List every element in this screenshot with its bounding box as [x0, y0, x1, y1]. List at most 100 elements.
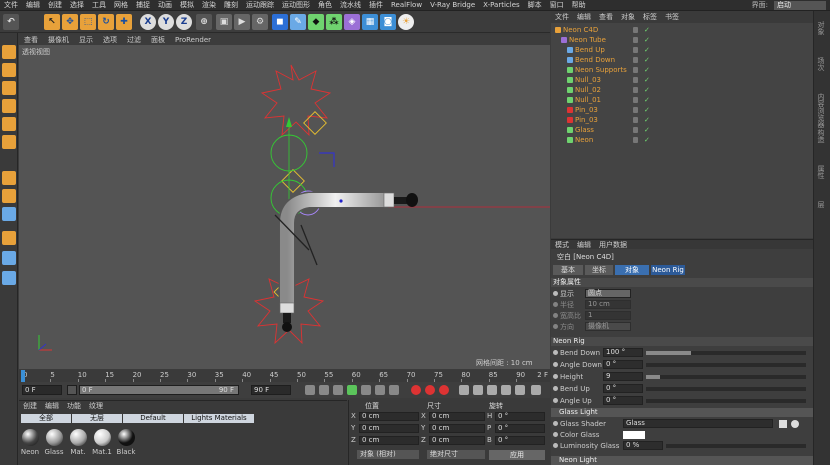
object-menu-item[interactable]: 书签: [661, 12, 683, 22]
material-ball[interactable]: [22, 429, 39, 446]
enabled-check-icon[interactable]: ✓: [644, 135, 650, 145]
material-menu-item[interactable]: 编辑: [41, 401, 63, 411]
display-radio[interactable]: [553, 291, 558, 296]
rotate-icon[interactable]: ↻: [98, 14, 114, 30]
radius-radio[interactable]: [553, 302, 558, 307]
material-menu-item[interactable]: 纹理: [85, 401, 107, 411]
viewport-menu-item[interactable]: 显示: [74, 35, 98, 45]
menu-item[interactable]: V-Ray Bridge: [426, 1, 479, 9]
object-menu-item[interactable]: 对象: [617, 12, 639, 22]
visibility-render-dot[interactable]: [633, 40, 638, 43]
enabled-check-icon[interactable]: ✓: [644, 85, 650, 95]
neon-light-section[interactable]: Neon Light: [551, 456, 813, 465]
menu-item[interactable]: 模拟: [176, 0, 198, 10]
frame-range-slider[interactable]: 0 F 90 F: [79, 385, 239, 395]
material-tab[interactable]: Lights Materials: [184, 414, 254, 423]
luminosity-slider[interactable]: [666, 444, 806, 448]
axis-mode-icon[interactable]: [2, 171, 16, 185]
object-menu-item[interactable]: 查看: [595, 12, 617, 22]
color-glass-radio[interactable]: [553, 432, 558, 437]
top-star-spline[interactable]: [260, 64, 332, 137]
attribute-tab[interactable]: 基本: [553, 265, 583, 275]
transform-icon[interactable]: ✚: [116, 14, 132, 30]
menu-item[interactable]: RealFlow: [387, 1, 426, 9]
layer-icon[interactable]: [2, 251, 16, 265]
next-frame-icon[interactable]: [361, 385, 371, 395]
visibility-render-dot[interactable]: [633, 140, 638, 143]
start-frame-arrow[interactable]: [67, 385, 77, 395]
enabled-check-icon[interactable]: ✓: [644, 115, 650, 125]
coordinate-icon[interactable]: ⊕: [196, 14, 212, 30]
enabled-check-icon[interactable]: ✓: [644, 75, 650, 85]
right-strip-tab[interactable]: 内容浏览器: [816, 93, 826, 128]
size-field[interactable]: 0 cm: [429, 424, 485, 433]
go-start-icon[interactable]: [305, 385, 315, 395]
apply-button[interactable]: 应用: [489, 450, 545, 460]
rotation-key-icon[interactable]: [473, 385, 483, 395]
neon-tube[interactable]: [280, 193, 391, 310]
viewport[interactable]: [19, 45, 550, 369]
parameter-radio[interactable]: [553, 374, 558, 379]
attribute-menu-item[interactable]: 编辑: [573, 240, 595, 250]
parameter-field[interactable]: 0 °: [603, 384, 643, 393]
cube-icon[interactable]: ◼: [272, 14, 288, 30]
timeline-menu-icon[interactable]: [531, 385, 541, 395]
display-select[interactable]: 圆点: [585, 289, 631, 298]
parameter-field[interactable]: 0 °: [603, 396, 643, 405]
parameter-slider[interactable]: [646, 375, 806, 379]
enabled-check-icon[interactable]: ✓: [644, 45, 650, 55]
parameter-radio[interactable]: [553, 350, 558, 355]
parameter-field[interactable]: 9: [603, 372, 643, 381]
scale-icon[interactable]: ⬚: [80, 14, 96, 30]
enabled-check-icon[interactable]: ✓: [644, 125, 650, 135]
luminosity-field[interactable]: 0 %: [623, 441, 663, 450]
menu-item[interactable]: 创建: [44, 0, 66, 10]
pivot-point[interactable]: [339, 199, 343, 203]
luminosity-radio[interactable]: [553, 443, 558, 448]
viewport-menu-item[interactable]: 查看: [19, 35, 43, 45]
parameter-field[interactable]: 100 °: [603, 348, 643, 357]
menu-item[interactable]: 渲染: [198, 0, 220, 10]
attribute-menu-item[interactable]: 模式: [551, 240, 573, 250]
object-row[interactable]: Bend Down ✓: [551, 55, 813, 65]
enabled-check-icon[interactable]: ✓: [644, 55, 650, 65]
enabled-check-icon[interactable]: ✓: [644, 65, 650, 75]
right-strip-tab[interactable]: 属性: [816, 165, 826, 179]
menu-item[interactable]: 脚本: [524, 0, 546, 10]
menu-item[interactable]: 帮助: [568, 0, 590, 10]
rotation-field[interactable]: 0 °: [495, 424, 545, 433]
material-menu-item[interactable]: 创建: [19, 401, 41, 411]
pla-key-icon[interactable]: [515, 385, 525, 395]
tweak-icon[interactable]: [2, 189, 16, 203]
menu-item[interactable]: 网格: [110, 0, 132, 10]
position-field[interactable]: 0 cm: [359, 436, 419, 445]
menu-item[interactable]: 雕刻: [220, 0, 242, 10]
attribute-tab[interactable]: 对象: [615, 265, 649, 275]
render-settings-icon[interactable]: ⚙: [252, 14, 268, 30]
diamond-helper[interactable]: [303, 111, 327, 135]
object-row[interactable]: Neon Supports ✓: [551, 65, 813, 75]
parameter-radio[interactable]: [553, 398, 558, 403]
menu-item[interactable]: 插件: [365, 0, 387, 10]
menu-item[interactable]: 文件: [0, 0, 22, 10]
object-row[interactable]: Null_02 ✓: [551, 85, 813, 95]
coordinate-mode-select[interactable]: 对象 (相对): [357, 450, 419, 459]
size-field[interactable]: 0 cm: [429, 412, 485, 421]
menu-item[interactable]: 运动图形: [278, 0, 314, 10]
object-properties-section[interactable]: 对象属性: [551, 278, 813, 287]
visibility-render-dot[interactable]: [633, 30, 638, 33]
viewport-menu-item[interactable]: 过滤: [122, 35, 146, 45]
object-menu-item[interactable]: 标签: [639, 12, 661, 22]
grid-icon[interactable]: [2, 271, 16, 285]
diamond-helper[interactable]: [281, 169, 305, 193]
size-field[interactable]: 0 cm: [429, 436, 485, 445]
polygons-mode-icon[interactable]: [2, 135, 16, 149]
parameter-slider[interactable]: [646, 399, 806, 403]
axis-y-icon[interactable]: Y: [158, 14, 174, 30]
layout-select[interactable]: 启动: [774, 1, 826, 10]
next-key-icon[interactable]: [375, 385, 385, 395]
visibility-render-dot[interactable]: [633, 110, 638, 113]
menu-item[interactable]: 选择: [66, 0, 88, 10]
scale-key-icon[interactable]: [487, 385, 497, 395]
array-icon[interactable]: ⁂: [326, 14, 342, 30]
